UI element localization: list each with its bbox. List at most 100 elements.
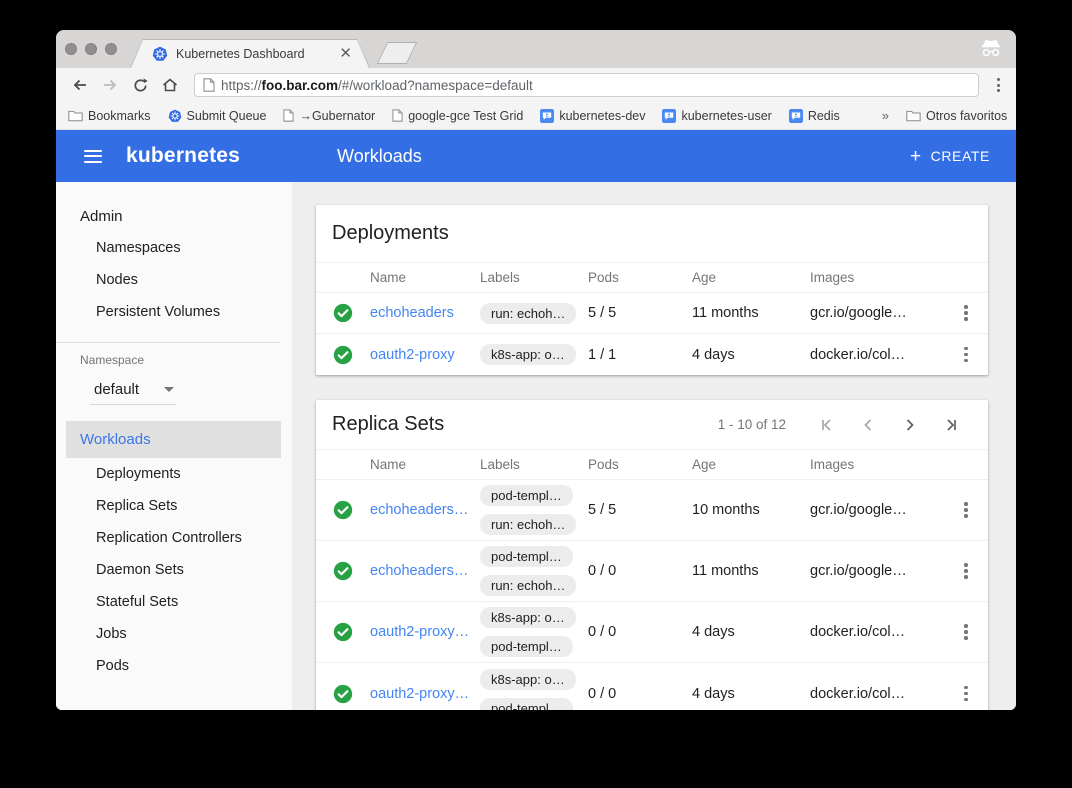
hamburger-menu-icon[interactable]	[82, 146, 104, 167]
column-name: Name	[370, 270, 480, 285]
page-icon	[283, 109, 294, 122]
sidebar-item-replication-controllers[interactable]: Replication Controllers	[56, 522, 292, 554]
sidebar-item-nodes[interactable]: Nodes	[56, 264, 292, 296]
sidebar-item-replica-sets[interactable]: Replica Sets	[56, 490, 292, 522]
bookmark-google-gce-test-grid[interactable]: google-gce Test Grid	[392, 109, 523, 123]
browser-tab[interactable]: Kubernetes Dashboard ✕	[130, 39, 370, 68]
row-menu-icon[interactable]	[944, 557, 988, 585]
last-page-button[interactable]	[932, 411, 972, 439]
resource-link[interactable]: echoheaders	[370, 305, 480, 321]
page-icon	[203, 78, 215, 92]
kubernetes-dashboard-page: kubernetes Workloads + CREATE Admin Name…	[56, 130, 1016, 710]
bookmark-bookmarks[interactable]: Bookmarks	[68, 109, 151, 123]
url-bar[interactable]: https://foo.bar.com/#/workload?namespace…	[194, 73, 979, 97]
kubernetes-favicon-icon	[152, 46, 168, 62]
create-button[interactable]: + CREATE	[910, 147, 990, 166]
column-images: Images	[810, 270, 944, 285]
column-name: Name	[370, 457, 480, 472]
pods-value: 0 / 0	[588, 563, 692, 579]
age-value: 11 months	[692, 563, 810, 579]
row-menu-icon[interactable]	[944, 299, 988, 327]
bookmark-kubernetes-user[interactable]: kubernetes-user	[662, 109, 771, 123]
bookmark-otros-favoritos[interactable]: Otros favoritos	[906, 109, 1007, 123]
sidebar-divider	[56, 342, 280, 343]
label-chip: pod-templ…	[480, 485, 573, 506]
namespace-label: Namespace	[56, 353, 292, 367]
folder-icon	[906, 110, 921, 122]
age-value: 4 days	[692, 624, 810, 640]
next-page-button[interactable]	[890, 411, 930, 439]
forward-button[interactable]	[98, 73, 122, 97]
sidebar-item-jobs[interactable]: Jobs	[56, 618, 292, 650]
sidebar-item-stateful-sets[interactable]: Stateful Sets	[56, 586, 292, 618]
app-header: kubernetes Workloads + CREATE	[56, 130, 1016, 182]
resource-link[interactable]: echoheaders…	[370, 502, 480, 518]
groups-icon	[662, 109, 676, 123]
previous-page-button[interactable]	[848, 411, 888, 439]
home-button[interactable]	[158, 73, 182, 97]
column-pods: Pods	[588, 270, 692, 285]
bookmark-redis[interactable]: Redis	[789, 109, 840, 123]
tab-close-icon[interactable]: ✕	[339, 46, 352, 61]
traffic-lights	[65, 43, 117, 55]
new-tab-button[interactable]	[377, 42, 418, 64]
row-menu-icon[interactable]	[944, 496, 988, 524]
sidebar-item-workloads[interactable]: Workloads	[66, 421, 281, 458]
sidebar-item-namespaces[interactable]: Namespaces	[56, 232, 292, 264]
resource-link[interactable]: oauth2-proxy…	[370, 686, 480, 702]
column-age: Age	[692, 457, 810, 472]
sidebar-item-deployments[interactable]: Deployments	[56, 458, 292, 490]
deployments-card: Deployments Name Labels Pods Age Images	[316, 205, 988, 375]
kubernetes-brand[interactable]: kubernetes	[126, 144, 240, 168]
tab-title: Kubernetes Dashboard	[176, 47, 331, 61]
age-value: 11 months	[692, 305, 810, 321]
bookmark-gubernator[interactable]: →Gubernator	[283, 109, 375, 123]
replica-sets-table-header: Name Labels Pods Age Images	[316, 449, 988, 480]
replica-sets-card: Replica Sets 1 - 10 of 12	[316, 400, 988, 710]
url-text: https://foo.bar.com/#/workload?namespace…	[221, 78, 533, 93]
bookmarks-bar: Bookmarks Submit Queue →Gubernato	[56, 102, 1016, 130]
bookmark-kubernetes-dev[interactable]: kubernetes-dev	[540, 109, 645, 123]
status-ok-icon	[316, 561, 370, 581]
table-row: oauth2-proxy… k8s-app: o… pod-templ… 0 /…	[316, 663, 988, 710]
reload-button[interactable]	[128, 73, 152, 97]
close-window-button[interactable]	[65, 43, 77, 55]
first-page-button[interactable]	[806, 411, 846, 439]
sidebar-item-daemon-sets[interactable]: Daemon Sets	[56, 554, 292, 586]
label-chip: k8s-app: o…	[480, 607, 576, 628]
resource-link[interactable]: echoheaders…	[370, 563, 480, 579]
pods-value: 0 / 0	[588, 686, 692, 702]
bookmarks-overflow-chevron[interactable]: »	[882, 108, 889, 123]
sidebar-item-admin[interactable]: Admin	[56, 200, 292, 232]
label-chip: run: echoh…	[480, 303, 576, 324]
zoom-window-button[interactable]	[105, 43, 117, 55]
incognito-icon	[980, 38, 1002, 63]
row-menu-icon[interactable]	[944, 341, 988, 369]
folder-icon	[68, 110, 83, 122]
label-chip: k8s-app: o…	[480, 344, 576, 365]
sidebar-nav: Admin Namespaces Nodes Persistent Volume…	[56, 182, 292, 710]
sidebar-item-persistent-volumes[interactable]: Persistent Volumes	[56, 296, 292, 328]
browser-window: Kubernetes Dashboard ✕	[56, 30, 1016, 710]
images-value: docker.io/col…	[810, 624, 944, 640]
browser-menu-icon[interactable]	[991, 74, 1006, 96]
screenshot-stage: Kubernetes Dashboard ✕	[0, 0, 1072, 788]
back-button[interactable]	[68, 73, 92, 97]
minimize-window-button[interactable]	[85, 43, 97, 55]
images-value: gcr.io/google…	[810, 563, 944, 579]
row-menu-icon[interactable]	[944, 680, 988, 708]
replica-sets-card-title: Replica Sets	[332, 413, 444, 436]
resource-link[interactable]: oauth2-proxy	[370, 347, 480, 363]
pods-value: 5 / 5	[588, 502, 692, 518]
row-menu-icon[interactable]	[944, 618, 988, 646]
table-row: echoheaders… pod-templ… run: echoh… 5 / …	[316, 480, 988, 541]
namespace-value: default	[94, 381, 139, 398]
tab-strip: Kubernetes Dashboard ✕	[56, 30, 1016, 68]
sidebar-item-pods[interactable]: Pods	[56, 650, 292, 682]
status-ok-icon	[316, 500, 370, 520]
namespace-select[interactable]: default	[90, 379, 176, 405]
kubernetes-icon	[168, 109, 182, 123]
status-ok-icon	[316, 622, 370, 642]
resource-link[interactable]: oauth2-proxy…	[370, 624, 480, 640]
bookmark-submit-queue[interactable]: Submit Queue	[168, 109, 267, 123]
